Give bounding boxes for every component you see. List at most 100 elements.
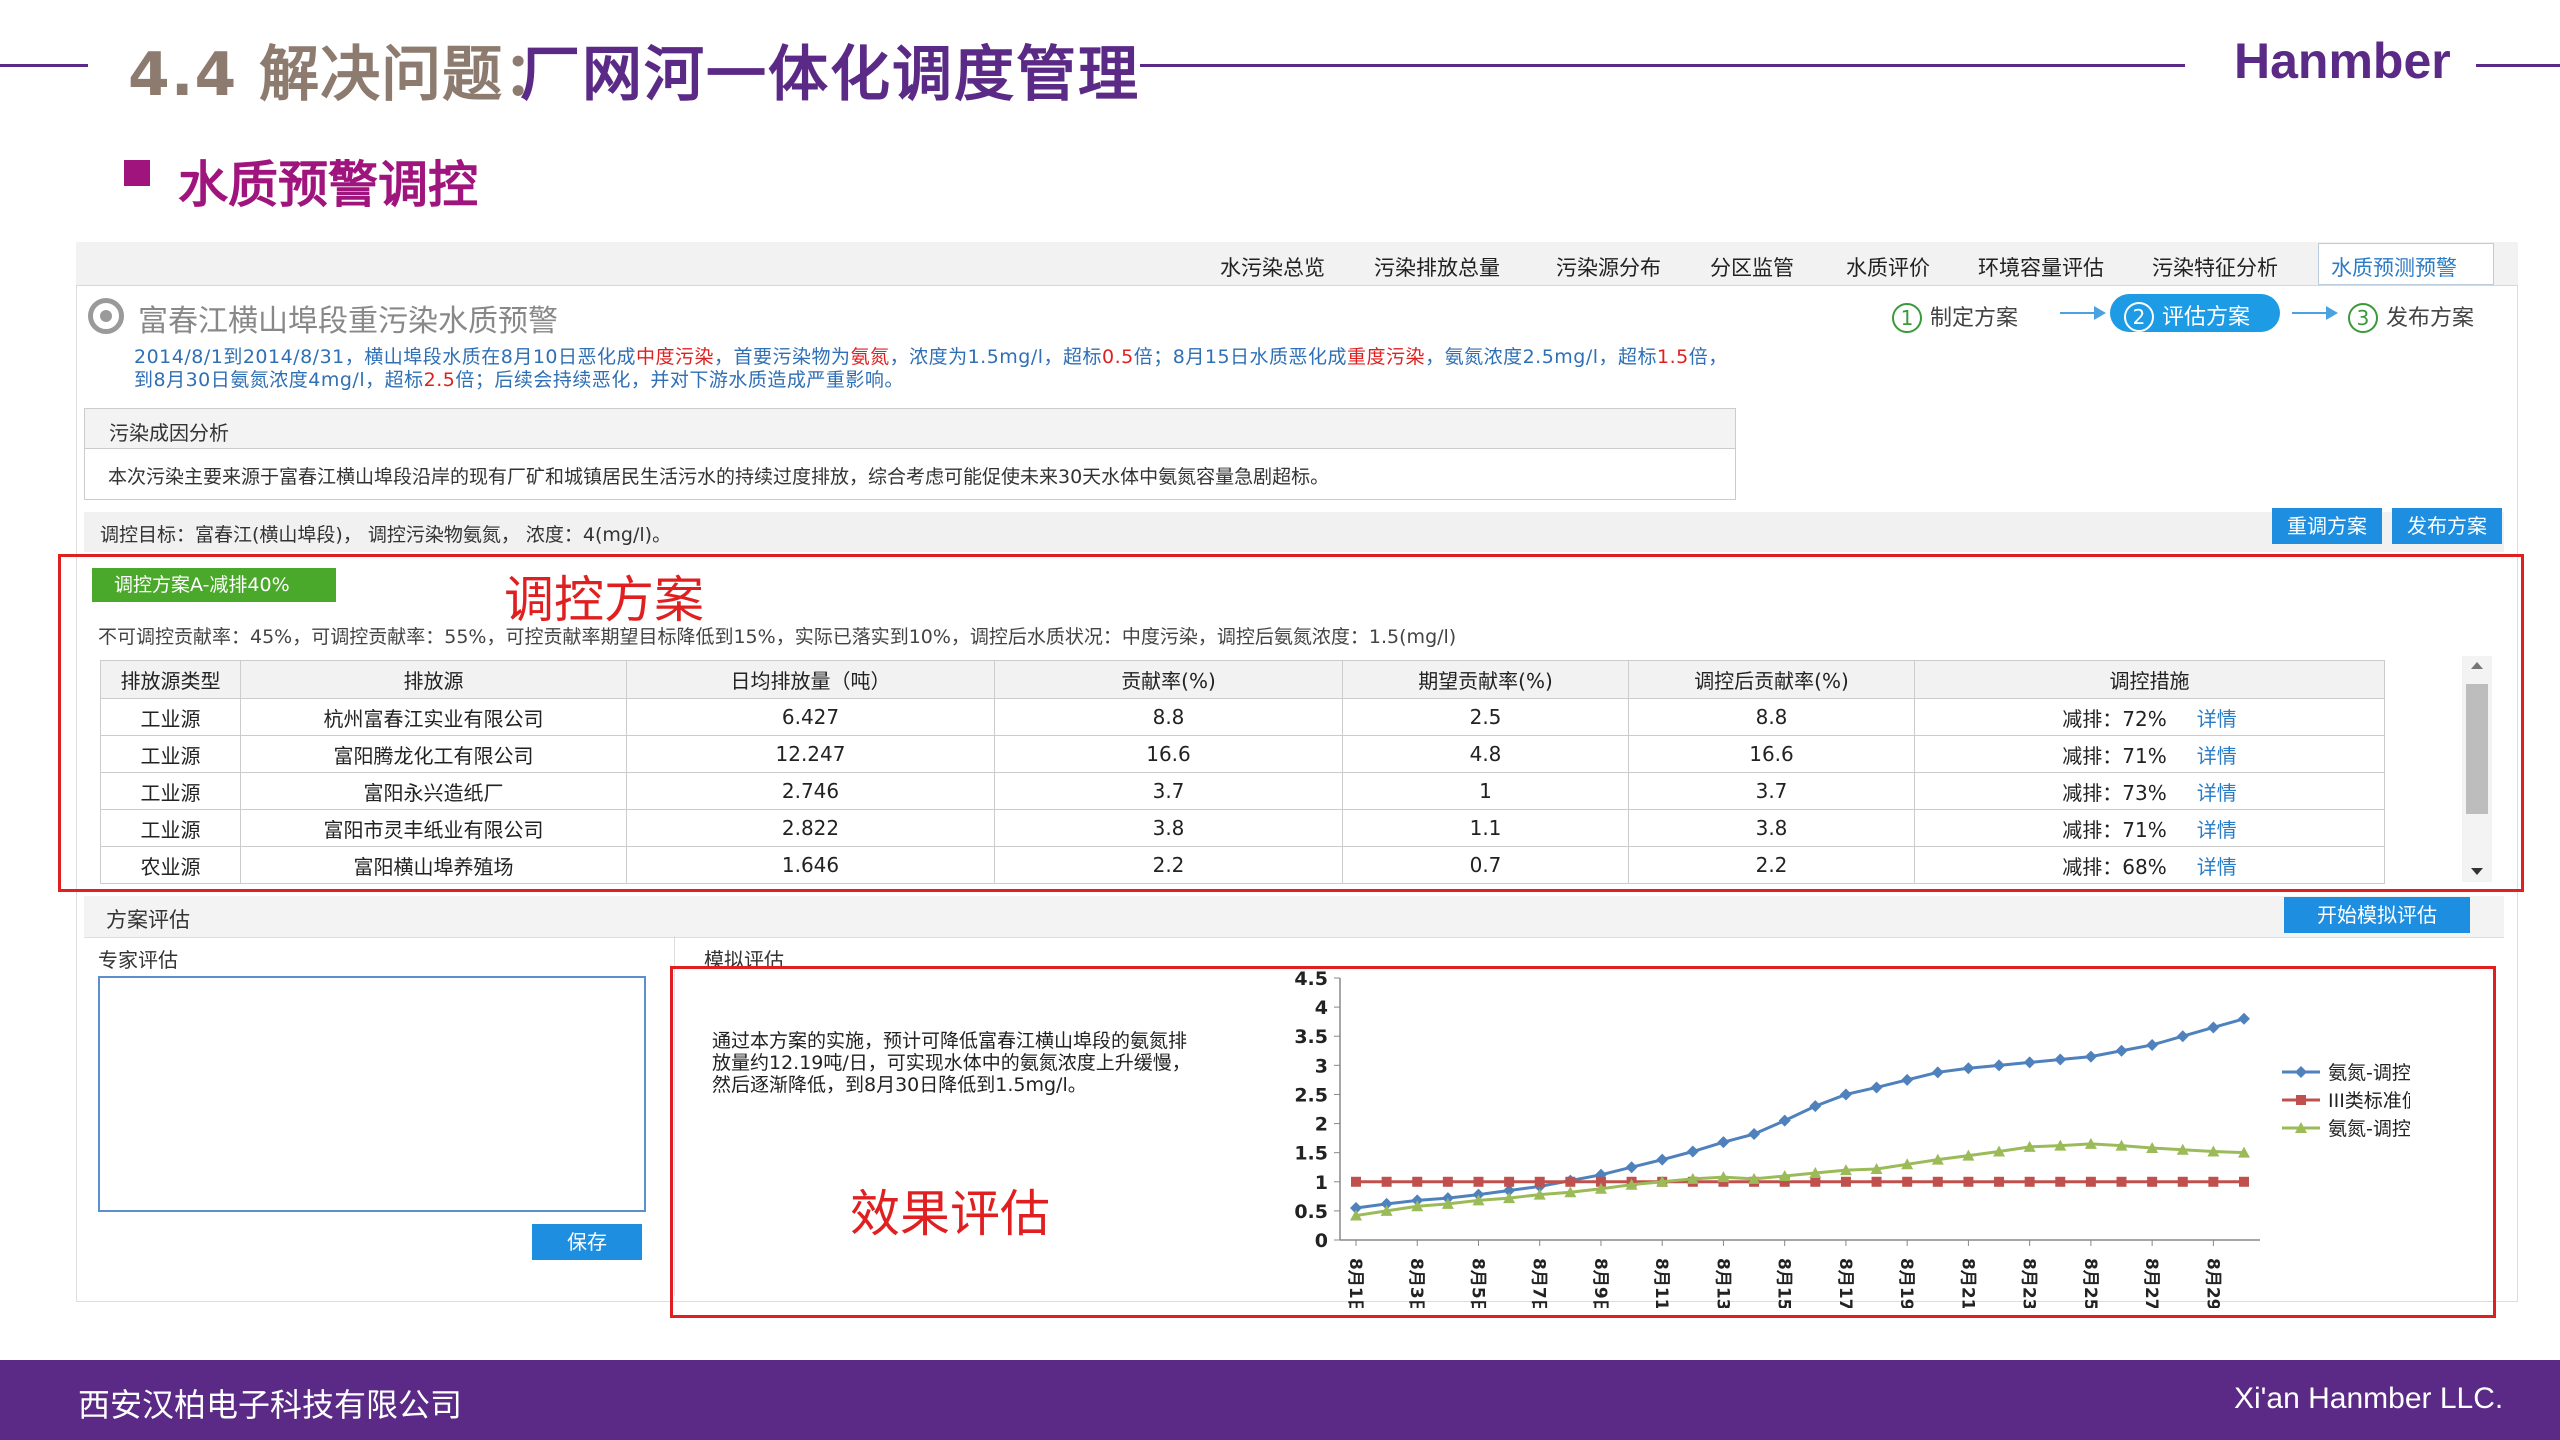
cause-analysis-heading: 污染成因分析	[85, 409, 1735, 449]
table-cell-expected: 4.8	[1342, 735, 1629, 773]
step-number-2: 2	[2124, 302, 2154, 332]
details-link[interactable]: 详情	[2197, 744, 2237, 768]
table-cell-rate: 16.6	[994, 735, 1343, 773]
alert-title: 富春江横山埠段重污染水质预警	[138, 304, 558, 339]
scroll-down-icon[interactable]	[2471, 868, 2483, 875]
step-arrow-icon	[2060, 306, 2106, 320]
y-tick-label: 4.5	[1294, 968, 1328, 990]
ammonia-nitrogen-chart: 0 0.5 1 1.5 2 2.5 3 3.5 4 4.5 8月1日 8月3日 8月5日 8月7日 8月9日…	[1294, 968, 2410, 1308]
table-cell-daily: 12.247	[626, 735, 995, 773]
table-cell-rate: 8.8	[994, 698, 1343, 736]
data-point	[2023, 1056, 2036, 1069]
publish-plan-button[interactable]: 发布方案	[2392, 508, 2502, 544]
details-link[interactable]: 详情	[2197, 818, 2237, 842]
data-point	[1442, 1176, 1453, 1187]
y-tick-label: 0.5	[1294, 1201, 1328, 1223]
data-point	[1902, 1176, 1913, 1187]
footer-company-english: Xi'an Hanmber LLC.	[2234, 1382, 2504, 1415]
step-publish-plan[interactable]: 3 发布方案	[2348, 300, 2474, 333]
nav-item-emission-total[interactable]: 污染排放总量	[1374, 252, 1500, 282]
x-tick-label: 8月5日	[1467, 1258, 1487, 1308]
table-row: 工业源 富阳腾龙化工有限公司 12.247 16.6 4.8 16.6 减排：71% 详情	[100, 735, 2385, 773]
details-link[interactable]: 详情	[2197, 855, 2237, 879]
start-simulation-button[interactable]: 开始模拟评估	[2284, 897, 2470, 933]
expert-evaluation-input[interactable]	[98, 976, 646, 1212]
data-point	[1932, 1176, 1943, 1187]
details-link[interactable]: 详情	[2197, 707, 2237, 731]
data-point	[1994, 1176, 2005, 1187]
data-point	[1381, 1176, 1392, 1187]
y-tick-label: 2	[1315, 1114, 1328, 1136]
y-tick-label: 1	[1315, 1172, 1328, 1194]
y-tick-label: 3.5	[1294, 1026, 1328, 1048]
readjust-plan-button[interactable]: 重调方案	[2272, 508, 2382, 544]
y-tick-label: 1.5	[1294, 1143, 1328, 1165]
column-header: 调控措施	[1914, 660, 2385, 699]
data-point	[1565, 1176, 1576, 1187]
alert-text: ，浓度为1.5mg/l，超标	[889, 346, 1103, 368]
alert-target-icon	[88, 298, 124, 334]
table-row: 工业源 富阳永兴造纸厂 2.746 3.7 1 3.7 减排：73% 详情	[100, 772, 2385, 810]
data-point	[1351, 1176, 1361, 1187]
x-tick-label: 8月7日	[1529, 1258, 1549, 1308]
table-row: 工业源 富阳市灵丰纸业有限公司 2.822 3.8 1.1 3.8 减排：71% 详情	[100, 809, 2385, 847]
table-cell-measure: 减排：68% 详情	[1914, 846, 2385, 884]
measure-text: 减排：72%	[2062, 706, 2167, 731]
nav-item-capacity-evaluation[interactable]: 环境容量评估	[1978, 252, 2104, 282]
table-row: 工业源 杭州富春江实业有限公司 6.427 8.8 2.5 8.8 减排：72% 详情	[100, 698, 2385, 736]
table-cell-source: 富阳横山埠养殖场	[240, 846, 627, 884]
table-cell-rate: 3.7	[994, 772, 1343, 810]
table-cell-source: 杭州富春江实业有限公司	[240, 698, 627, 736]
step-label: 发布方案	[2386, 306, 2475, 331]
nav-item-zone-supervision[interactable]: 分区监管	[1710, 252, 1794, 282]
table-cell-measure: 减排：73% 详情	[1914, 772, 2385, 810]
table-cell-expected: 0.7	[1342, 846, 1629, 884]
x-tick-label: 8月17日	[1835, 1258, 1855, 1308]
header-line-left	[0, 64, 88, 67]
evaluation-bar	[84, 896, 2504, 938]
column-header: 期望贡献率(%)	[1342, 660, 1629, 699]
data-point	[1504, 1176, 1515, 1187]
step-evaluate-plan[interactable]: 2 评估方案	[2110, 294, 2280, 332]
data-point	[1748, 1128, 1761, 1141]
nav-item-pollution-features[interactable]: 污染特征分析	[2152, 252, 2278, 282]
alert-highlight-text: 2.5	[423, 369, 456, 391]
step-make-plan[interactable]: 1 制定方案	[1892, 300, 2018, 333]
simulation-summary: 通过本方案的实施，预计可降低富春江横山埠段的氨氮排放量约12.19吨/日，可实现…	[712, 1030, 1191, 1096]
measure-text: 减排：68%	[2062, 854, 2167, 879]
table-cell-daily: 2.746	[626, 772, 995, 810]
table-cell-type: 工业源	[100, 772, 241, 810]
data-point	[2207, 1021, 2220, 1034]
nav-item-pollution-overview[interactable]: 水污染总览	[1220, 252, 1325, 282]
table-cell-type: 工业源	[100, 698, 241, 736]
table-cell-daily: 2.822	[626, 809, 995, 847]
x-tick-label: 8月15日	[1774, 1258, 1794, 1308]
step-arrow-icon	[2292, 306, 2338, 320]
details-link[interactable]: 详情	[2197, 781, 2237, 805]
slide-title-number: 4.4 解决问题：	[128, 40, 565, 110]
effect-annotation: 效果评估	[850, 1185, 1050, 1243]
column-header: 贡献率(%)	[994, 660, 1343, 699]
data-point	[2208, 1176, 2219, 1187]
save-button[interactable]: 保存	[532, 1224, 642, 1260]
data-point	[1809, 1100, 1822, 1113]
brand-logo: Hanmber	[2234, 33, 2451, 89]
nav-item-source-distribution[interactable]: 污染源分布	[1556, 252, 1661, 282]
scroll-up-icon[interactable]	[2471, 662, 2483, 669]
plan-tab[interactable]: 调控方案A-减排40%	[92, 568, 336, 602]
table-cell-after: 3.7	[1628, 772, 1915, 810]
alert-text: 2014/8/1到2014/8/31，横山埠段水质在8月10日恶化成	[134, 346, 637, 368]
scrollbar-thumb[interactable]	[2466, 684, 2488, 814]
series-line	[1355, 1142, 2245, 1218]
step-number-1: 1	[1892, 303, 1922, 333]
nav-item-water-forecast[interactable]: 水质预测预警	[2318, 243, 2494, 285]
alert-text: 倍；后续会持续恶化，并对下游水质造成严重影响。	[455, 369, 904, 391]
data-point	[1717, 1136, 1730, 1149]
x-tick-label: 8月9日	[1590, 1258, 1610, 1308]
data-point	[1412, 1176, 1423, 1187]
legend-label: III类标准值	[2328, 1090, 2410, 1112]
nav-item-water-evaluation[interactable]: 水质评价	[1846, 252, 1930, 282]
legend-marker	[2296, 1095, 2306, 1105]
table-cell-daily: 6.427	[626, 698, 995, 736]
table-cell-source: 富阳腾龙化工有限公司	[240, 735, 627, 773]
